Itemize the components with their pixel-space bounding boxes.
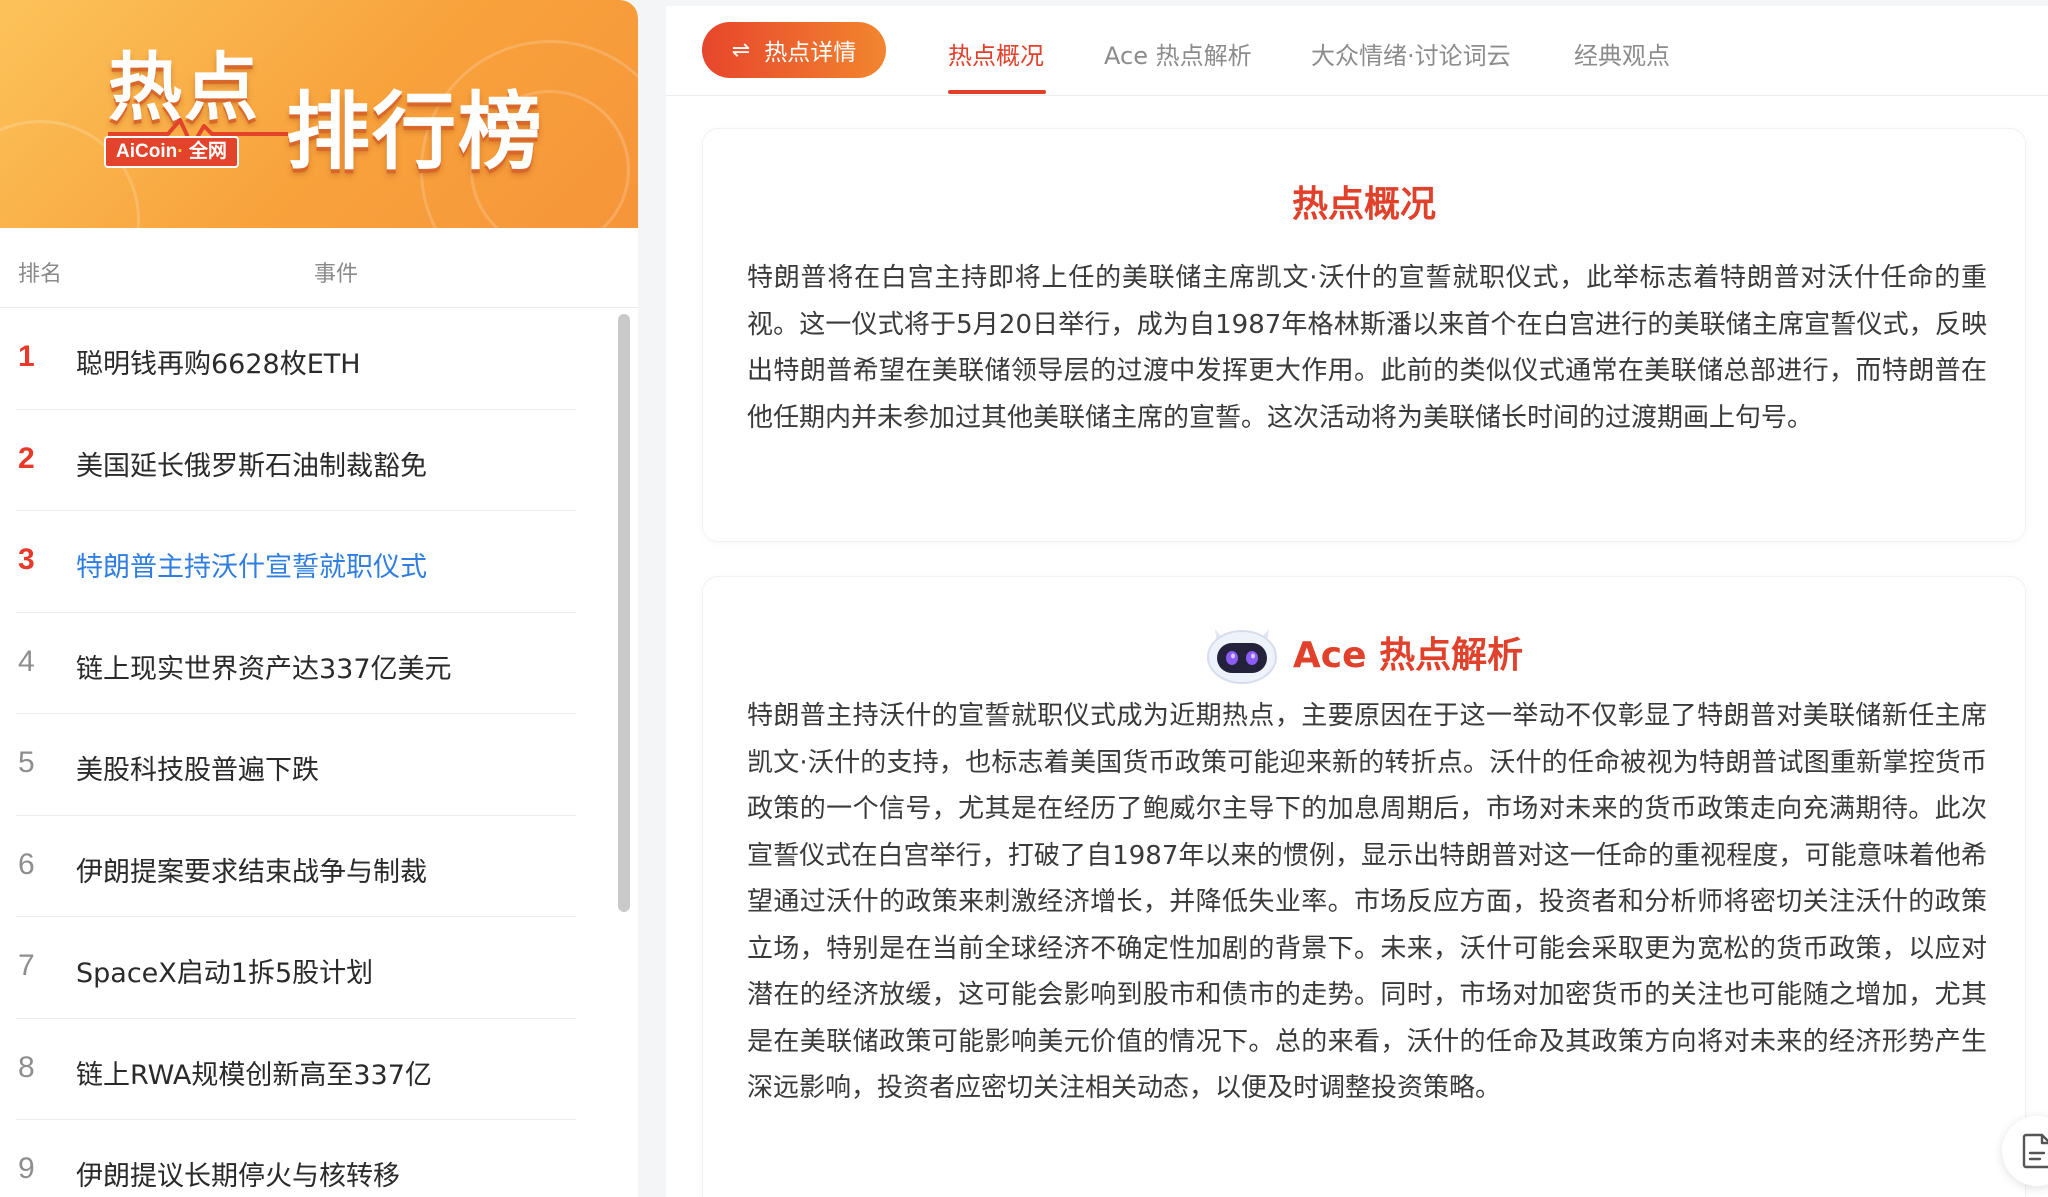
ranking-row[interactable]: 6 伊朗提案要求结束战争与制裁 xyxy=(16,816,576,917)
swap-arrows-icon: ⇌ xyxy=(731,37,751,63)
ranking-banner: 热点 AiCoin· 全网 排行榜 xyxy=(0,0,638,228)
ranking-logo: 热点 AiCoin· 全网 排行榜 xyxy=(104,40,548,181)
ace-analysis-heading: Ace 热点解析 xyxy=(703,617,2025,687)
ranking-row[interactable]: 3 特朗普主持沃什宣誓就职仪式 xyxy=(16,511,576,613)
ranking-row[interactable]: 1 聪明钱再购6628枚ETH xyxy=(16,308,576,410)
ranking-event-title: 美股科技股普遍下跌 xyxy=(76,755,319,786)
ranking-row[interactable]: 2 美国延长俄罗斯石油制裁豁免 xyxy=(16,410,576,511)
ace-robot-icon xyxy=(1206,629,1277,684)
ranking-number: 1 xyxy=(18,340,35,373)
ranking-number: 7 xyxy=(18,949,35,982)
ranking-number: 4 xyxy=(18,644,35,678)
hot-detail-label: 热点详情 xyxy=(764,40,857,66)
ranking-row[interactable]: 5 美股科技股普遍下跌 xyxy=(16,714,576,816)
tab-classic-views[interactable]: 经典观点 xyxy=(1574,36,1670,71)
document-icon xyxy=(2022,1133,2048,1169)
active-tab-indicator xyxy=(948,90,1046,94)
ranking-list: 1 聪明钱再购6628枚ETH 2 美国延长俄罗斯石油制裁豁免 3 特朗普主持沃什宣誓就职… xyxy=(16,308,576,1197)
ranking-event-title: 聪明钱再购6628枚ETH xyxy=(76,349,361,380)
tab-ace-analysis[interactable]: Ace 热点解析 xyxy=(1104,36,1252,71)
ranking-number: 5 xyxy=(18,746,35,779)
ace-analysis-body: 特朗普主持沃什的宣誓就职仪式成为近期热点，主要原因在于这一举动不仅彰显了特朗普对… xyxy=(747,701,1987,1103)
hot-detail-button[interactable]: ⇌ 热点详情 xyxy=(702,22,886,78)
tab-sentiment-wordcloud[interactable]: 大众情绪·讨论词云 xyxy=(1311,36,1511,71)
ranking-event-title: 链上RWA规模创新高至337亿 xyxy=(76,1059,432,1091)
ranking-scrollbar[interactable] xyxy=(614,308,634,1197)
ranking-event-title: 伊朗提议长期停火与核转移 xyxy=(76,1161,400,1192)
ranking-event-title: 伊朗提案要求结束战争与制裁 xyxy=(76,856,427,888)
ace-analysis-title: Ace 热点解析 xyxy=(1292,635,1524,676)
ranking-row[interactable]: 9 伊朗提议长期停火与核转移 xyxy=(16,1120,576,1197)
scrollbar-thumb[interactable] xyxy=(618,314,630,912)
ranking-event-title: 美国延长俄罗斯石油制裁豁免 xyxy=(76,450,427,482)
overview-card: 热点概况 特朗普将在白宫主持即将上任的美联储主席凯文·沃什的宣誓就职仪式，此举标… xyxy=(702,128,2026,542)
ranking-number: 3 xyxy=(18,543,35,576)
overview-title: 热点概况 xyxy=(1291,184,1436,225)
ranking-event-title: SpaceX启动1拆5股计划 xyxy=(76,958,374,989)
ace-analysis-card: Ace 热点解析 特朗普主持沃什的宣誓就职仪式成为近期热点，主要原因在于这一举动… xyxy=(702,576,2026,1197)
ranking-panel: 热点 AiCoin· 全网 排行榜 排名 事件 1 聪明钱再购6628枚ETH 2 美… xyxy=(0,0,638,1197)
logo-title-ranking: 排行榜 xyxy=(286,83,545,181)
detail-tabbar: ⇌ 热点详情 热点概况 Ace 热点解析 大众情绪·讨论词云 经典观点 xyxy=(666,6,2048,96)
ranking-number: 8 xyxy=(18,1050,35,1084)
ranking-row[interactable]: 8 链上RWA规模创新高至337亿 xyxy=(16,1019,576,1120)
ranking-number: 6 xyxy=(18,847,35,881)
column-rank-header: 排名 xyxy=(18,261,63,286)
logo-brand-tag: AiCoin· 全网 xyxy=(104,136,239,168)
ranking-table-header: 排名 事件 xyxy=(0,228,638,308)
column-event-header: 事件 xyxy=(314,261,359,286)
tab-overview[interactable]: 热点概况 xyxy=(948,36,1044,71)
ranking-event-title: 特朗普主持沃什宣誓就职仪式 xyxy=(76,552,427,583)
ranking-number: 9 xyxy=(18,1152,35,1185)
ranking-event-title: 链上现实世界资产达337亿美元 xyxy=(76,653,452,685)
ranking-row[interactable]: 7 SpaceX启动1拆5股计划 xyxy=(16,917,576,1019)
ranking-number: 2 xyxy=(18,441,35,475)
hot-detail-panel: ⇌ 热点详情 热点概况 Ace 热点解析 大众情绪·讨论词云 经典观点 热点概况… xyxy=(666,6,2048,1197)
overview-body: 特朗普将在白宫主持即将上任的美联储主席凯文·沃什的宣誓就职仪式，此举标志着特朗普… xyxy=(747,263,1987,433)
ranking-row[interactable]: 4 链上现实世界资产达337亿美元 xyxy=(16,613,576,714)
